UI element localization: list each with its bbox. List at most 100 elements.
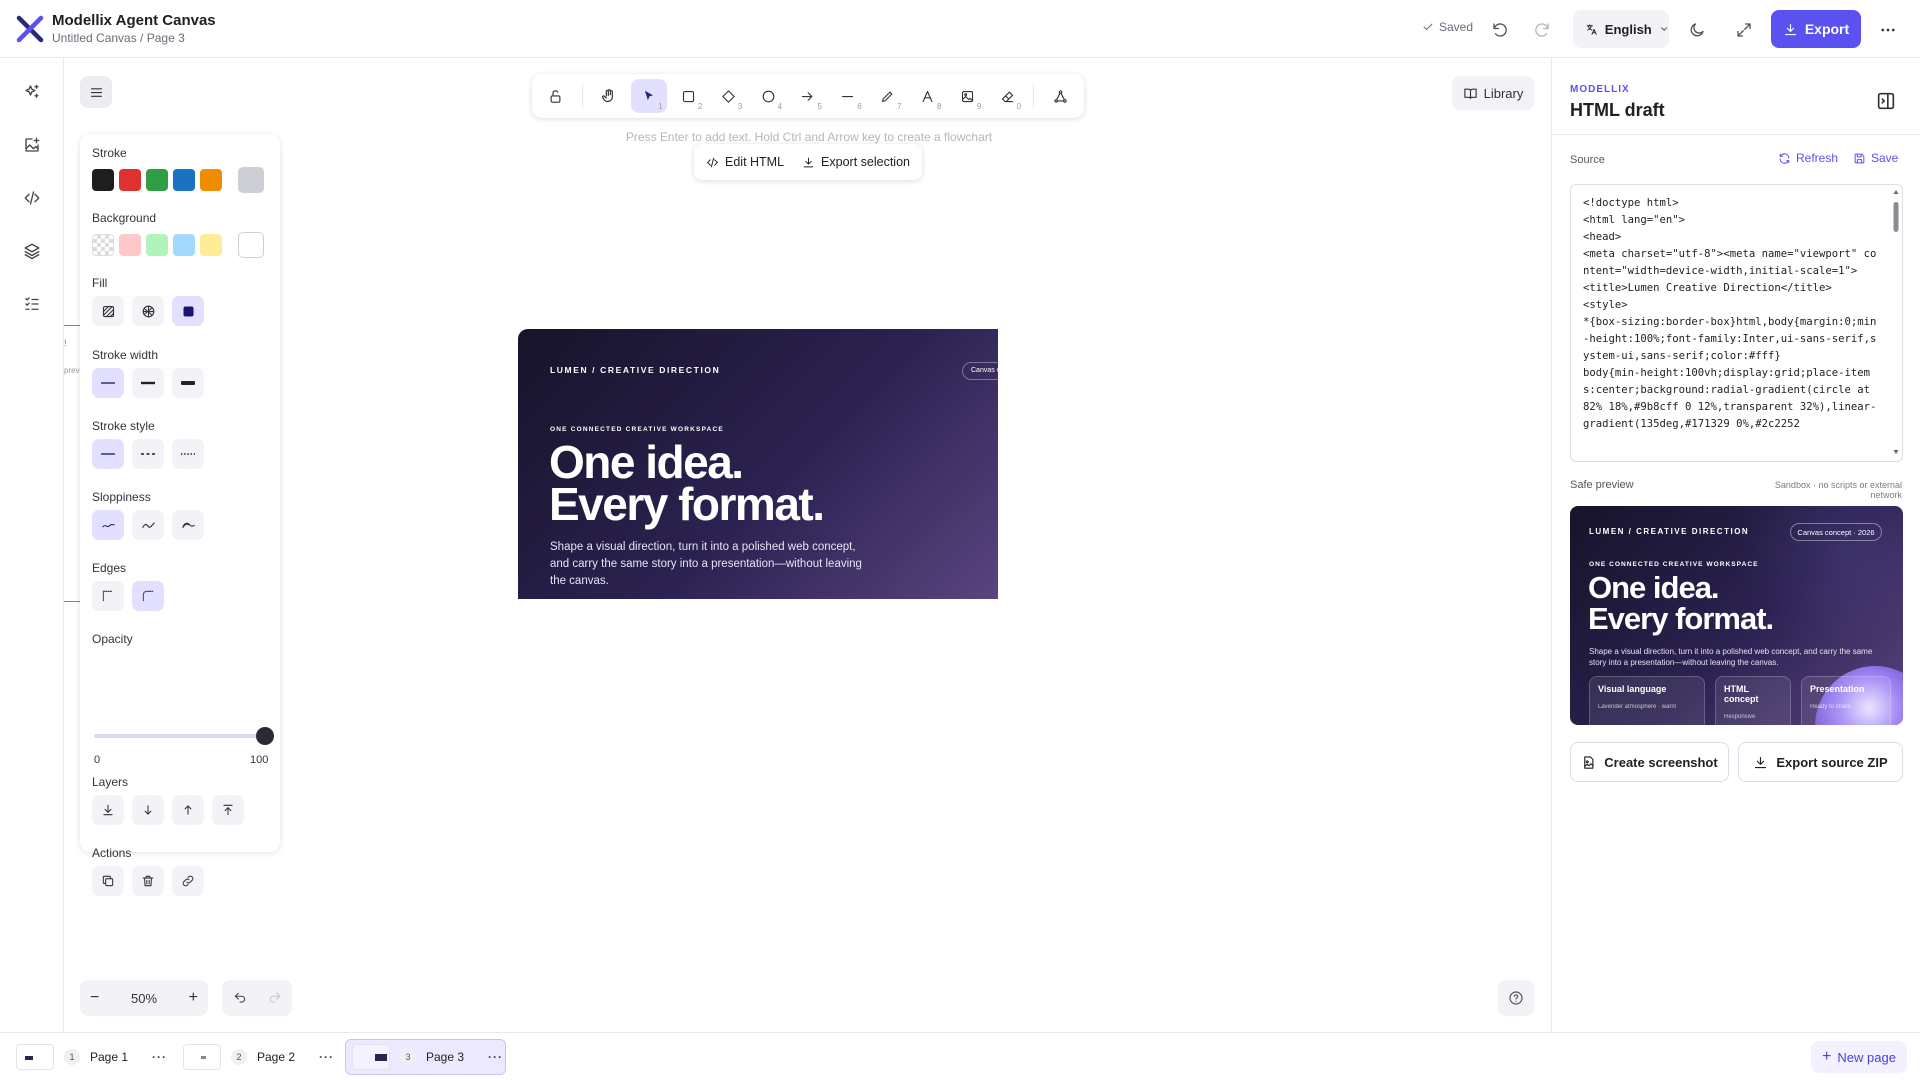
background-current-color[interactable] bbox=[238, 232, 264, 258]
page-options-button[interactable]: ··· bbox=[488, 1050, 503, 1064]
export-button[interactable]: Export bbox=[1771, 10, 1861, 48]
page-options-button[interactable]: ··· bbox=[319, 1050, 334, 1064]
stroke-style-dashed-button[interactable] bbox=[132, 439, 164, 469]
stroke-current-color[interactable] bbox=[238, 167, 264, 193]
stroke-swatch-green[interactable] bbox=[146, 169, 168, 191]
page-tab-2[interactable]: 2 Page 2 ··· bbox=[183, 1039, 334, 1075]
tool-hand[interactable] bbox=[591, 79, 627, 113]
edges-sharp-button[interactable] bbox=[92, 581, 124, 611]
chevron-down-icon bbox=[1660, 27, 1667, 31]
arrow-up-to-line-icon bbox=[223, 804, 233, 816]
source-scrollbar[interactable] bbox=[1893, 188, 1899, 458]
panel-collapse-icon[interactable] bbox=[1875, 90, 1897, 112]
tool-ellipse[interactable]: 4 bbox=[750, 79, 786, 113]
stroke-width-extra-bold-button[interactable] bbox=[172, 368, 204, 398]
tool-select[interactable]: 1 bbox=[630, 79, 667, 113]
create-screenshot-button[interactable]: Create screenshot bbox=[1570, 742, 1729, 782]
background-swatch-transparent[interactable] bbox=[92, 234, 114, 256]
opacity-slider-track[interactable] bbox=[94, 734, 268, 738]
arrow-up-icon bbox=[184, 805, 192, 815]
tool-diamond[interactable]: 3 bbox=[710, 79, 746, 113]
background-swatch-green[interactable] bbox=[146, 234, 168, 256]
delete-button[interactable] bbox=[132, 866, 164, 896]
fullscreen-button[interactable] bbox=[1732, 18, 1756, 42]
tool-eraser[interactable]: 0 bbox=[989, 79, 1025, 113]
background-swatch-yellow[interactable] bbox=[200, 234, 222, 256]
bring-forward-button[interactable] bbox=[172, 795, 204, 825]
library-button[interactable]: Library bbox=[1452, 76, 1534, 110]
rail-ai-button[interactable] bbox=[20, 80, 44, 104]
more-menu-button[interactable] bbox=[1876, 18, 1900, 42]
toolbar-divider bbox=[1033, 85, 1035, 107]
stroke-style-solid-button[interactable] bbox=[92, 439, 124, 469]
rail-tasks-button[interactable] bbox=[20, 292, 44, 316]
new-page-button[interactable]: + New page bbox=[1811, 1041, 1907, 1073]
sparkles-icon bbox=[25, 84, 39, 98]
page-options-button[interactable]: ··· bbox=[152, 1050, 167, 1064]
fill-hachure-button[interactable] bbox=[92, 296, 124, 326]
opacity-slider-handle[interactable] bbox=[256, 727, 274, 745]
link-button[interactable] bbox=[172, 866, 204, 896]
opacity-min: 0 bbox=[94, 754, 101, 766]
zoom-in-button[interactable]: + bbox=[189, 989, 198, 1007]
save-source-button[interactable]: Save bbox=[1853, 151, 1898, 165]
edges-round-button[interactable] bbox=[132, 581, 164, 611]
page-tab-3[interactable]: 3 Page 3 ··· bbox=[345, 1039, 506, 1075]
language-select[interactable]: English bbox=[1573, 10, 1669, 48]
fill-cross-hatch-button[interactable] bbox=[132, 296, 164, 326]
tool-line[interactable]: 6 bbox=[830, 79, 866, 113]
tool-lock[interactable] bbox=[538, 79, 574, 113]
bring-to-front-button[interactable] bbox=[212, 795, 244, 825]
stroke-swatch-blue[interactable] bbox=[173, 169, 195, 191]
main-menu-button[interactable] bbox=[80, 76, 112, 108]
sloppiness-architect-button[interactable] bbox=[92, 510, 124, 540]
stroke-swatch-red[interactable] bbox=[119, 169, 141, 191]
sloppiness-cartoonist-button[interactable] bbox=[172, 510, 204, 540]
stroke-swatch-orange[interactable] bbox=[200, 169, 222, 191]
undo-icon[interactable] bbox=[233, 991, 247, 1005]
tool-text[interactable]: 8 bbox=[910, 79, 946, 113]
background-swatch-pink[interactable] bbox=[119, 234, 141, 256]
left-rail bbox=[0, 58, 64, 1032]
undo-icon bbox=[1493, 23, 1507, 37]
source-label: Source bbox=[1570, 154, 1605, 166]
shapes-network-icon bbox=[1053, 89, 1067, 103]
refresh-button[interactable]: Refresh bbox=[1778, 151, 1838, 165]
rail-code-button[interactable] bbox=[20, 186, 44, 210]
background-swatch-blue[interactable] bbox=[173, 234, 195, 256]
tool-image[interactable]: 9 bbox=[949, 79, 985, 113]
redo-icon[interactable] bbox=[268, 991, 282, 1005]
zoom-out-button[interactable]: − bbox=[90, 989, 99, 1007]
theme-toggle-button[interactable] bbox=[1685, 18, 1709, 42]
source-code-editor[interactable]: <!doctype html> <html lang="en"> <head> … bbox=[1570, 184, 1903, 462]
undo-redo-controls bbox=[222, 980, 292, 1016]
sloppiness-artist-button[interactable] bbox=[132, 510, 164, 540]
hero-headline: One idea. Every format. bbox=[549, 439, 825, 527]
stroke-width-bold-button[interactable] bbox=[132, 368, 164, 398]
safe-preview-frame[interactable]: LUMEN / CREATIVE DIRECTION Canvas concep… bbox=[1570, 506, 1903, 725]
rail-image-button[interactable] bbox=[20, 133, 44, 157]
export-source-zip-button[interactable]: Export source ZIP bbox=[1738, 742, 1903, 782]
tool-rectangle[interactable]: 2 bbox=[671, 79, 707, 113]
create-screenshot-label: Create screenshot bbox=[1604, 754, 1718, 770]
tool-draw[interactable]: 7 bbox=[870, 79, 906, 113]
tool-arrow[interactable]: 5 bbox=[790, 79, 826, 113]
stroke-swatch-black[interactable] bbox=[92, 169, 114, 191]
canvas-html-element[interactable]: LUMEN / CREATIVE DIRECTION Canvas co ONE… bbox=[518, 329, 998, 599]
zoom-level[interactable]: 50% bbox=[131, 991, 157, 1006]
stroke-width-thin-button[interactable] bbox=[92, 368, 124, 398]
duplicate-button[interactable] bbox=[92, 866, 124, 896]
send-to-back-button[interactable] bbox=[92, 795, 124, 825]
edit-html-button[interactable]: Edit HTML bbox=[706, 155, 784, 169]
fill-solid-button[interactable] bbox=[172, 296, 204, 326]
page-tab-1[interactable]: 1 Page 1 ··· bbox=[16, 1039, 177, 1075]
export-selection-button[interactable]: Export selection bbox=[802, 155, 910, 169]
stroke-style-dotted-button[interactable] bbox=[172, 439, 204, 469]
undo-history-button[interactable] bbox=[1488, 18, 1512, 42]
tool-extras[interactable] bbox=[1042, 79, 1078, 113]
send-backward-button[interactable] bbox=[132, 795, 164, 825]
rail-layers-button[interactable] bbox=[20, 239, 44, 263]
redo-history-button[interactable] bbox=[1530, 18, 1554, 42]
help-button[interactable] bbox=[1498, 980, 1534, 1016]
drawing-canvas[interactable]: ! previ 1 2 3 4 5 6 7 8 9 0 Library Pres… bbox=[64, 58, 1551, 1032]
